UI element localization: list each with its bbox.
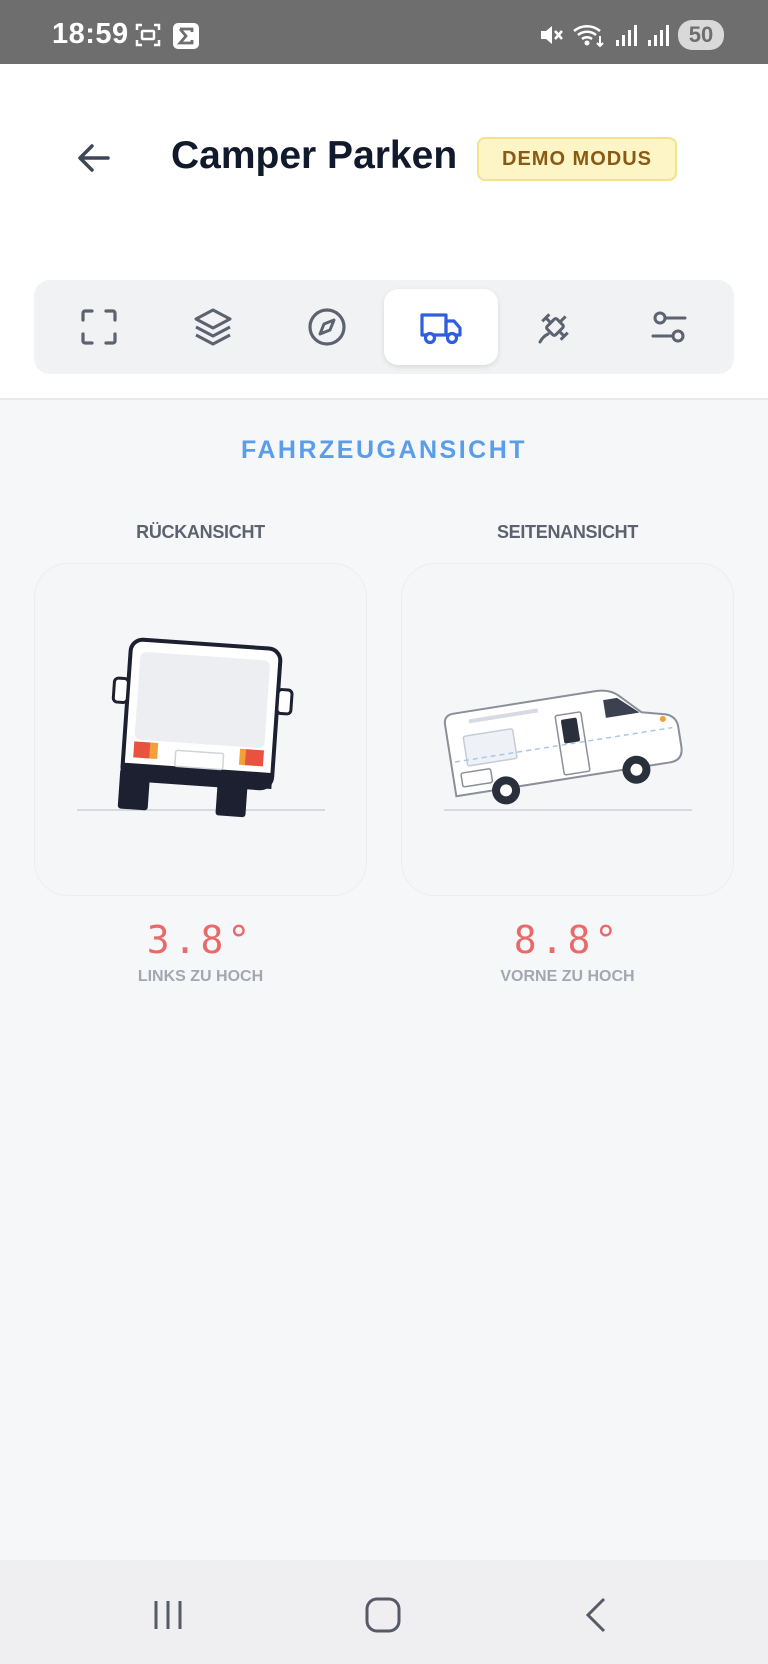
- status-right-icons: 50: [538, 20, 724, 50]
- rear-angle-caption: LINKS ZU HOCH: [137, 968, 264, 985]
- home-button[interactable]: [343, 1590, 423, 1640]
- toolbar-section: [0, 252, 768, 400]
- page-title: Camper Parken: [171, 134, 458, 177]
- demo-mode-badge: DEMO MODUS: [477, 137, 677, 181]
- side-angle-value: 8.8°: [513, 918, 622, 962]
- side-view-label: SEITENANSICHT: [496, 522, 639, 542]
- satellite-icon: [538, 313, 569, 344]
- tool-frame[interactable]: [42, 289, 156, 365]
- screenshot-icon: [135, 23, 161, 47]
- signal-icon-2: [648, 25, 669, 46]
- rear-view-label: RÜCKANSICHT: [136, 522, 265, 542]
- mode-toolbar: [34, 280, 734, 374]
- frame-icon: [81, 309, 117, 345]
- rear-view-panel: RÜCKANSICHT 3.8° LINKS ZU HOCH: [34, 522, 367, 986]
- compass-icon: [308, 308, 346, 346]
- rear-angle-value: 3.8°: [146, 918, 255, 962]
- tool-vehicle[interactable]: [384, 289, 498, 365]
- mute-icon: [541, 26, 563, 44]
- recent-apps-icon: [154, 1601, 182, 1629]
- recent-apps-button[interactable]: [128, 1590, 208, 1640]
- signal-icon: [616, 25, 637, 46]
- battery-indicator: 50: [678, 20, 724, 50]
- app-header: Camper Parken DEMO MODUS: [0, 64, 768, 252]
- system-back-button[interactable]: [558, 1590, 638, 1640]
- status-bar: 18:59 50: [0, 0, 768, 64]
- truck-icon: [420, 313, 462, 345]
- vehicle-rear-illustration: [77, 637, 325, 818]
- wifi-icon: [573, 24, 604, 48]
- sliders-icon: [651, 311, 687, 343]
- back-button[interactable]: [68, 132, 120, 184]
- side-view-panel: SEITENANSICHT 8.8° VORNE ZU HOCH: [401, 522, 734, 986]
- tool-satellite[interactable]: [498, 289, 612, 365]
- side-view-card: [401, 563, 734, 896]
- layers-icon: [194, 308, 232, 346]
- tool-settings[interactable]: [612, 289, 726, 365]
- section-title: FAHRZEUGANSICHT: [240, 436, 528, 464]
- tool-compass[interactable]: [270, 289, 384, 365]
- rear-view-card: [34, 563, 367, 896]
- chevron-left-icon: [585, 1597, 606, 1633]
- tool-layers[interactable]: [156, 289, 270, 365]
- side-angle-caption: VORNE ZU HOCH: [500, 968, 635, 985]
- sigma-app-icon: [173, 23, 199, 49]
- vehicle-side-illustration: [443, 689, 692, 811]
- arrow-left-icon: [78, 144, 110, 172]
- home-icon: [365, 1597, 401, 1633]
- status-time: 18:59: [52, 18, 129, 50]
- system-nav-bar: [0, 1560, 768, 1664]
- status-left-icons: [134, 22, 200, 50]
